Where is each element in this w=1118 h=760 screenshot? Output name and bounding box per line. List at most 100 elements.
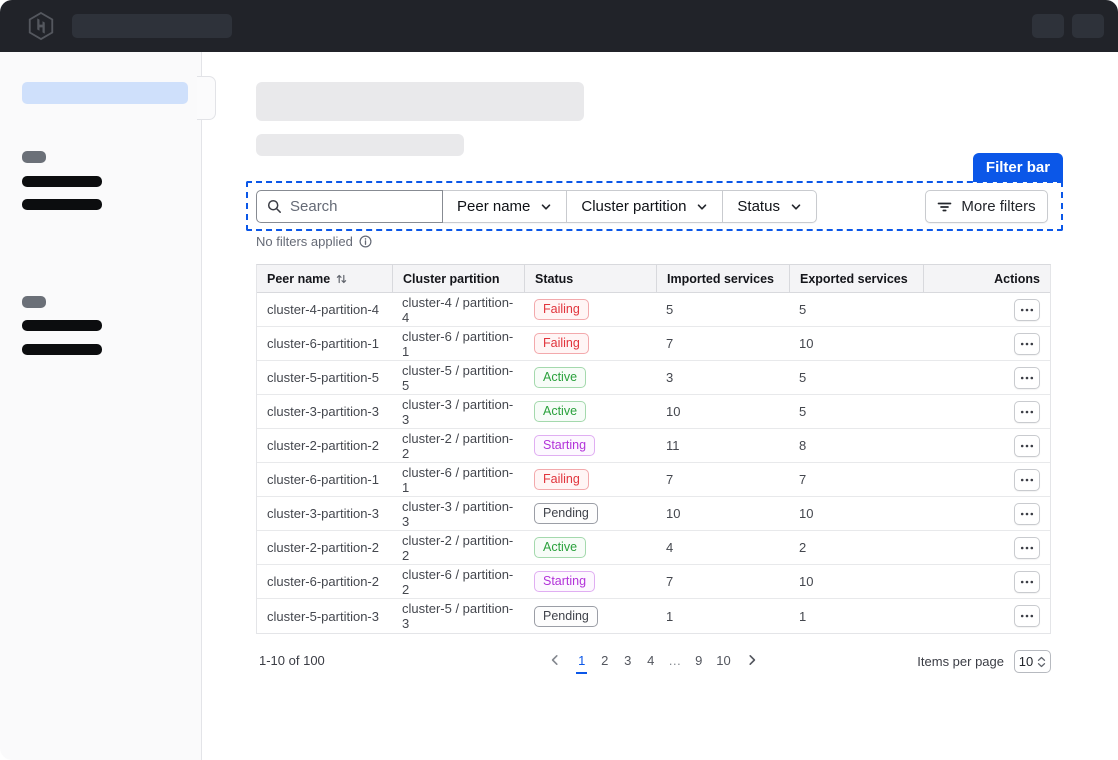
column-header-imported-services: Imported services [656,265,789,292]
cell-peer-name: cluster-5-partition-3 [257,609,392,624]
page-number[interactable]: 3 [619,648,636,672]
topbar-search-skeleton [72,14,232,38]
cell-cluster-partition: cluster-4 / partition-4 [392,295,524,325]
filters-status-text: No filters applied [256,234,353,249]
row-actions-button[interactable] [1014,571,1040,593]
filter-dropdown-peer-name[interactable]: Peer name [443,191,566,222]
cell-peer-name: cluster-2-partition-2 [257,540,392,555]
cell-cluster-partition: cluster-6 / partition-1 [392,465,524,495]
filters-status: No filters applied [256,234,372,249]
peers-table: Peer name Cluster partition Status Impor… [256,264,1051,634]
cell-exported-services: 2 [789,540,923,555]
column-label: Peer name [267,272,330,286]
sort-icon [336,273,347,285]
filter-bar-annotation-tag: Filter bar [973,153,1063,182]
page-subtitle-skeleton [256,134,464,156]
cell-cluster-partition: cluster-2 / partition-2 [392,431,524,461]
dropdown-label: Peer name [457,198,530,215]
items-per-page-label: Items per page [917,654,1004,669]
page-number[interactable]: 10 [713,648,733,672]
table-row: cluster-6-partition-1 cluster-6 / partit… [257,463,1050,497]
sidebar-section-label-skeleton-1 [22,151,46,163]
cell-peer-name: cluster-6-partition-1 [257,472,392,487]
cell-imported-services: 3 [656,370,789,385]
search-input[interactable] [290,198,420,215]
row-actions-button[interactable] [1014,367,1040,389]
more-filters-button[interactable]: More filters [925,190,1048,223]
cell-cluster-partition: cluster-6 / partition-1 [392,329,524,359]
dropdown-label: Cluster partition [581,198,686,215]
status-badge: Failing [534,299,589,320]
filter-dropdown-cluster-partition[interactable]: Cluster partition [566,191,722,222]
search-field[interactable] [256,190,443,223]
search-icon [267,199,282,214]
cell-peer-name: cluster-6-partition-2 [257,574,392,589]
column-label: Status [535,272,573,286]
items-per-page: Items per page 10 [917,650,1051,673]
page-number[interactable]: 2 [596,648,613,672]
sidebar-section-label-skeleton-2 [22,296,46,308]
column-label: Actions [994,272,1040,286]
sidebar-active-item-skeleton [22,82,188,104]
row-actions-button[interactable] [1014,537,1040,559]
filter-dropdown-status[interactable]: Status [722,191,816,222]
cell-peer-name: cluster-6-partition-1 [257,336,392,351]
cell-imported-services: 5 [656,302,789,317]
status-badge: Pending [534,606,598,627]
cell-imported-services: 4 [656,540,789,555]
cell-peer-name: cluster-2-partition-2 [257,438,392,453]
more-filters-label: More filters [961,198,1035,215]
status-badge: Starting [534,571,595,592]
cell-imported-services: 11 [656,438,789,453]
cell-peer-name: cluster-3-partition-3 [257,506,392,521]
row-actions-button[interactable] [1014,435,1040,457]
column-header-cluster-partition: Cluster partition [392,265,524,292]
sidebar-flyout-tab[interactable] [197,76,216,120]
row-actions-button[interactable] [1014,401,1040,423]
sidebar-item-skeleton-2 [22,199,102,210]
table-body: cluster-4-partition-4 cluster-4 / partit… [257,293,1050,633]
row-actions-button[interactable] [1014,333,1040,355]
table-header-row: Peer name Cluster partition Status Impor… [257,265,1050,293]
page-title-skeleton [256,82,584,121]
row-actions-button[interactable] [1014,299,1040,321]
sidebar-item-skeleton-3 [22,320,102,331]
status-badge: Pending [534,503,598,524]
info-icon[interactable] [359,235,372,248]
previous-page-button[interactable] [543,648,567,672]
status-badge: Starting [534,435,595,456]
cell-exported-services: 5 [789,404,923,419]
cell-imported-services: 7 [656,472,789,487]
next-page-button[interactable] [740,648,764,672]
cell-cluster-partition: cluster-5 / partition-3 [392,601,524,631]
hashicorp-logo-icon [26,11,56,41]
items-per-page-select[interactable]: 10 [1014,650,1051,673]
table-row: cluster-6-partition-1 cluster-6 / partit… [257,327,1050,361]
column-header-exported-services: Exported services [789,265,923,292]
chevron-down-icon [540,201,552,213]
row-actions-button[interactable] [1014,469,1040,491]
sidebar [0,52,202,760]
page-number[interactable]: 1 [573,648,590,672]
table-row: cluster-2-partition-2 cluster-2 / partit… [257,429,1050,463]
table-row: cluster-4-partition-4 cluster-4 / partit… [257,293,1050,327]
row-actions-button[interactable] [1014,503,1040,525]
page-numbers: 1234…910 [573,648,733,672]
table-row: cluster-3-partition-3 cluster-3 / partit… [257,395,1050,429]
status-badge: Failing [534,333,589,354]
column-header-peer-name[interactable]: Peer name [257,265,392,292]
filter-lines-icon [937,200,952,214]
cell-cluster-partition: cluster-6 / partition-2 [392,567,524,597]
table-row: cluster-5-partition-5 cluster-5 / partit… [257,361,1050,395]
page-number[interactable]: 9 [690,648,707,672]
row-actions-button[interactable] [1014,605,1040,627]
column-label: Cluster partition [403,272,500,286]
cell-cluster-partition: cluster-3 / partition-3 [392,397,524,427]
items-per-page-value: 10 [1019,654,1033,669]
filter-dropdown-group: Peer name Cluster partition Status [443,190,817,223]
chevron-down-icon [696,201,708,213]
app-window: Filter bar Peer name Cluster partition [0,0,1118,760]
cell-cluster-partition: cluster-3 / partition-3 [392,499,524,529]
topbar-action-skeleton-1 [1032,14,1064,38]
page-number[interactable]: 4 [642,648,659,672]
